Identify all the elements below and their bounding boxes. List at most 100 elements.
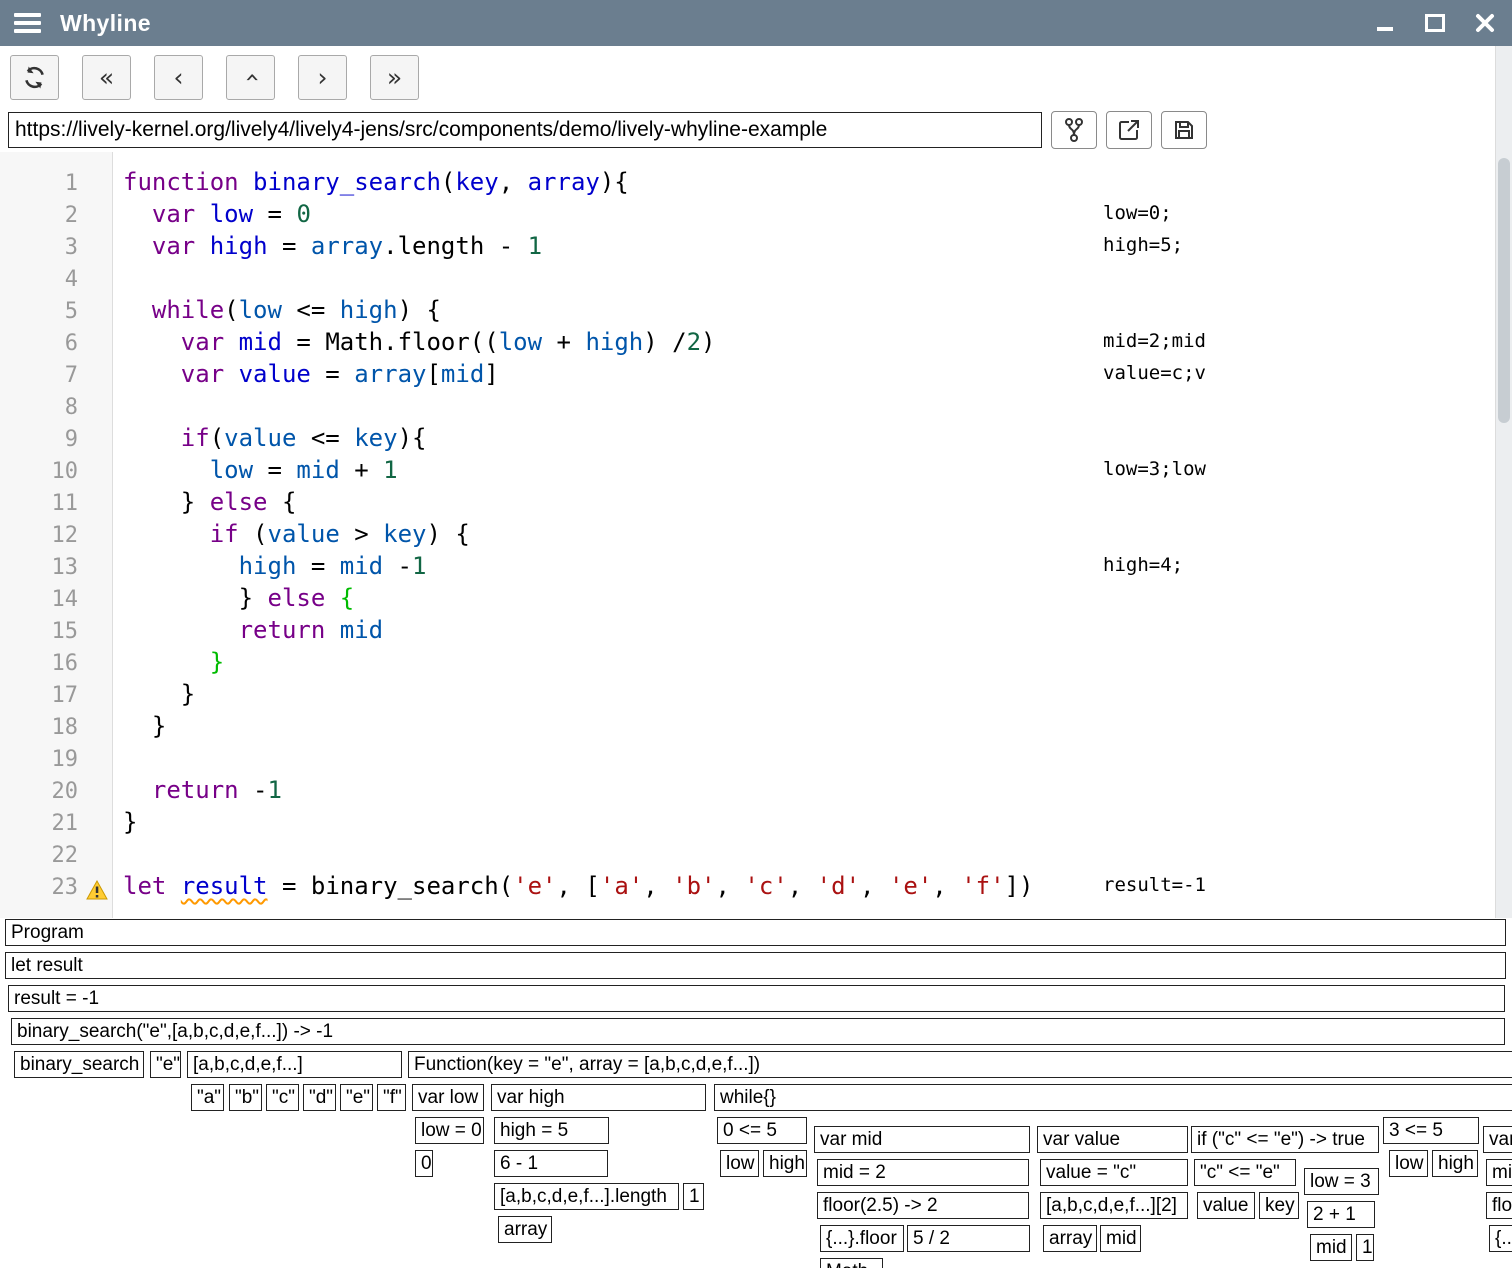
trace-node[interactable]: var <box>1483 1126 1512 1153</box>
code-line[interactable]: 8 <box>0 390 1496 422</box>
refresh-button[interactable] <box>10 55 59 100</box>
trace-node[interactable]: 1 <box>683 1183 704 1210</box>
trace-node[interactable]: "a" <box>191 1084 224 1111</box>
editor-scrollbar[interactable] <box>1495 46 1512 918</box>
trace-node[interactable]: Program <box>5 919 1506 946</box>
code-line[interactable]: 14 } else { <box>0 582 1496 614</box>
hamburger-menu-button[interactable] <box>14 9 41 37</box>
trace-node[interactable]: var low <box>412 1084 484 1111</box>
trace-node[interactable]: "c" <= "e" <box>1194 1159 1296 1186</box>
line-number: 1 <box>0 168 78 200</box>
maximize-button[interactable] <box>1424 12 1446 34</box>
code-line[interactable]: 23let result = binary_search('e', ['a', … <box>0 870 1496 902</box>
trace-node[interactable]: {...}.floor <box>820 1225 904 1252</box>
trace-node[interactable]: var value <box>1037 1126 1188 1153</box>
trace-node[interactable]: let result <box>5 952 1506 979</box>
code-line[interactable]: 22 <box>0 838 1496 870</box>
trace-node[interactable]: [a,b,c,d,e,f...][2] <box>1040 1192 1188 1219</box>
trace-node[interactable]: low = 3 <box>1304 1168 1379 1195</box>
code-line[interactable]: 18 } <box>0 710 1496 742</box>
code-line[interactable]: 21} <box>0 806 1496 838</box>
trace-node[interactable]: Function(key = "e", array = [a,b,c,d,e,f… <box>408 1051 1512 1078</box>
minimize-button[interactable] <box>1374 12 1396 34</box>
trace-annotation: low=0; <box>1103 198 1172 228</box>
trace-node[interactable]: value = "c" <box>1040 1159 1188 1186</box>
chevron-up-icon: › <box>236 72 265 82</box>
history-back-button[interactable]: ‹ <box>154 55 203 100</box>
trace-node[interactable]: 3 <= 5 <box>1383 1117 1479 1144</box>
trace-node[interactable]: [a,b,c,d,e,f...] <box>187 1051 402 1078</box>
trace-node[interactable]: var high <box>491 1084 706 1111</box>
code-line[interactable]: 19 <box>0 742 1496 774</box>
code-line[interactable]: 15 return mid <box>0 614 1496 646</box>
trace-node[interactable]: 2 + 1 <box>1307 1201 1375 1228</box>
navigate-up-button[interactable]: › <box>226 55 275 100</box>
code-line[interactable]: 13 high = mid -1high=4; <box>0 550 1496 582</box>
history-forward-button[interactable]: › <box>298 55 347 100</box>
code-line[interactable]: 5 while(low <= high) { <box>0 294 1496 326</box>
trace-node[interactable]: 0 <= 5 <box>717 1117 807 1144</box>
trace-node[interactable]: result = -1 <box>8 985 1505 1012</box>
trace-node[interactable]: [a,b,c,d,e,f...].length <box>494 1183 679 1210</box>
code-line[interactable]: 17 } <box>0 678 1496 710</box>
code-line[interactable]: 3 var high = array.length - 1high=5; <box>0 230 1496 262</box>
code-text: } <box>123 712 166 740</box>
trace-node[interactable]: high <box>1432 1150 1478 1177</box>
trace-node[interactable]: 0 <box>415 1150 433 1177</box>
close-button[interactable] <box>1474 12 1496 34</box>
trace-node[interactable]: mi <box>1486 1159 1512 1186</box>
trace-node[interactable]: var mid <box>814 1126 1030 1153</box>
code-line[interactable]: 2 var low = 0low=0; <box>0 198 1496 230</box>
open-external-button[interactable] <box>1106 111 1152 149</box>
trace-node[interactable]: binary_search <box>14 1051 144 1078</box>
trace-node[interactable]: flo <box>1486 1192 1512 1219</box>
code-line[interactable]: 12 if (value > key) { <box>0 518 1496 550</box>
trace-node[interactable]: low <box>1389 1150 1428 1177</box>
url-input[interactable] <box>8 112 1042 148</box>
trace-node[interactable]: "e" <box>150 1051 181 1078</box>
code-line[interactable]: 16 } <box>0 646 1496 678</box>
code-line[interactable]: 7 var value = array[mid]value=c;v <box>0 358 1496 390</box>
trace-node[interactable]: mid <box>1310 1234 1352 1261</box>
trace-node[interactable]: 5 / 2 <box>907 1225 1030 1252</box>
history-forward-all-button[interactable]: » <box>370 55 419 100</box>
trace-node[interactable]: array <box>1043 1225 1097 1252</box>
trace-node[interactable]: high <box>763 1150 807 1177</box>
line-number: 18 <box>0 712 78 744</box>
code-line[interactable]: 1function binary_search(key, array){ <box>0 166 1496 198</box>
code-text: low = mid + 1 <box>123 456 398 484</box>
trace-node[interactable]: floor(2.5) -> 2 <box>817 1192 1029 1219</box>
code-line[interactable]: 20 return -1 <box>0 774 1496 806</box>
code-line[interactable]: 6 var mid = Math.floor((low + high) /2)m… <box>0 326 1496 358</box>
trace-node[interactable]: "e" <box>340 1084 373 1111</box>
trace-node[interactable]: while{} <box>714 1084 1512 1111</box>
trace-node[interactable]: mid <box>1100 1225 1141 1252</box>
scrollbar-thumb[interactable] <box>1498 158 1510 423</box>
trace-node[interactable]: key <box>1259 1192 1299 1219</box>
trace-node[interactable]: Math <box>820 1258 883 1268</box>
save-button[interactable] <box>1161 111 1207 149</box>
code-line[interactable]: 11 } else { <box>0 486 1496 518</box>
trace-node[interactable]: binary_search("e",[a,b,c,d,e,f...]) -> -… <box>11 1018 1505 1045</box>
trace-node[interactable]: 1 <box>1356 1234 1374 1261</box>
trace-node[interactable]: "f" <box>377 1084 406 1111</box>
trace-node[interactable]: mid = 2 <box>817 1159 1029 1186</box>
fork-button[interactable] <box>1051 111 1097 149</box>
trace-node[interactable]: low = 0 <box>415 1117 484 1144</box>
trace-node[interactable]: low <box>720 1150 759 1177</box>
trace-node[interactable]: 6 - 1 <box>494 1150 608 1177</box>
trace-node[interactable]: "b" <box>229 1084 262 1111</box>
code-line[interactable]: 10 low = mid + 1low=3;low <box>0 454 1496 486</box>
trace-node[interactable]: high = 5 <box>494 1117 609 1144</box>
trace-node[interactable]: "d" <box>303 1084 336 1111</box>
history-back-all-button[interactable]: « <box>82 55 131 100</box>
trace-node[interactable]: value <box>1197 1192 1255 1219</box>
code-line[interactable]: 4 <box>0 262 1496 294</box>
trace-node[interactable]: array <box>498 1216 552 1243</box>
line-number: 16 <box>0 648 78 680</box>
trace-node[interactable]: {... <box>1489 1225 1512 1252</box>
code-line[interactable]: 9 if(value <= key){ <box>0 422 1496 454</box>
code-editor[interactable]: 1function binary_search(key, array){2 va… <box>0 152 1496 918</box>
trace-node[interactable]: if ("c" <= "e") -> true <box>1191 1126 1379 1153</box>
trace-node[interactable]: "c" <box>266 1084 299 1111</box>
